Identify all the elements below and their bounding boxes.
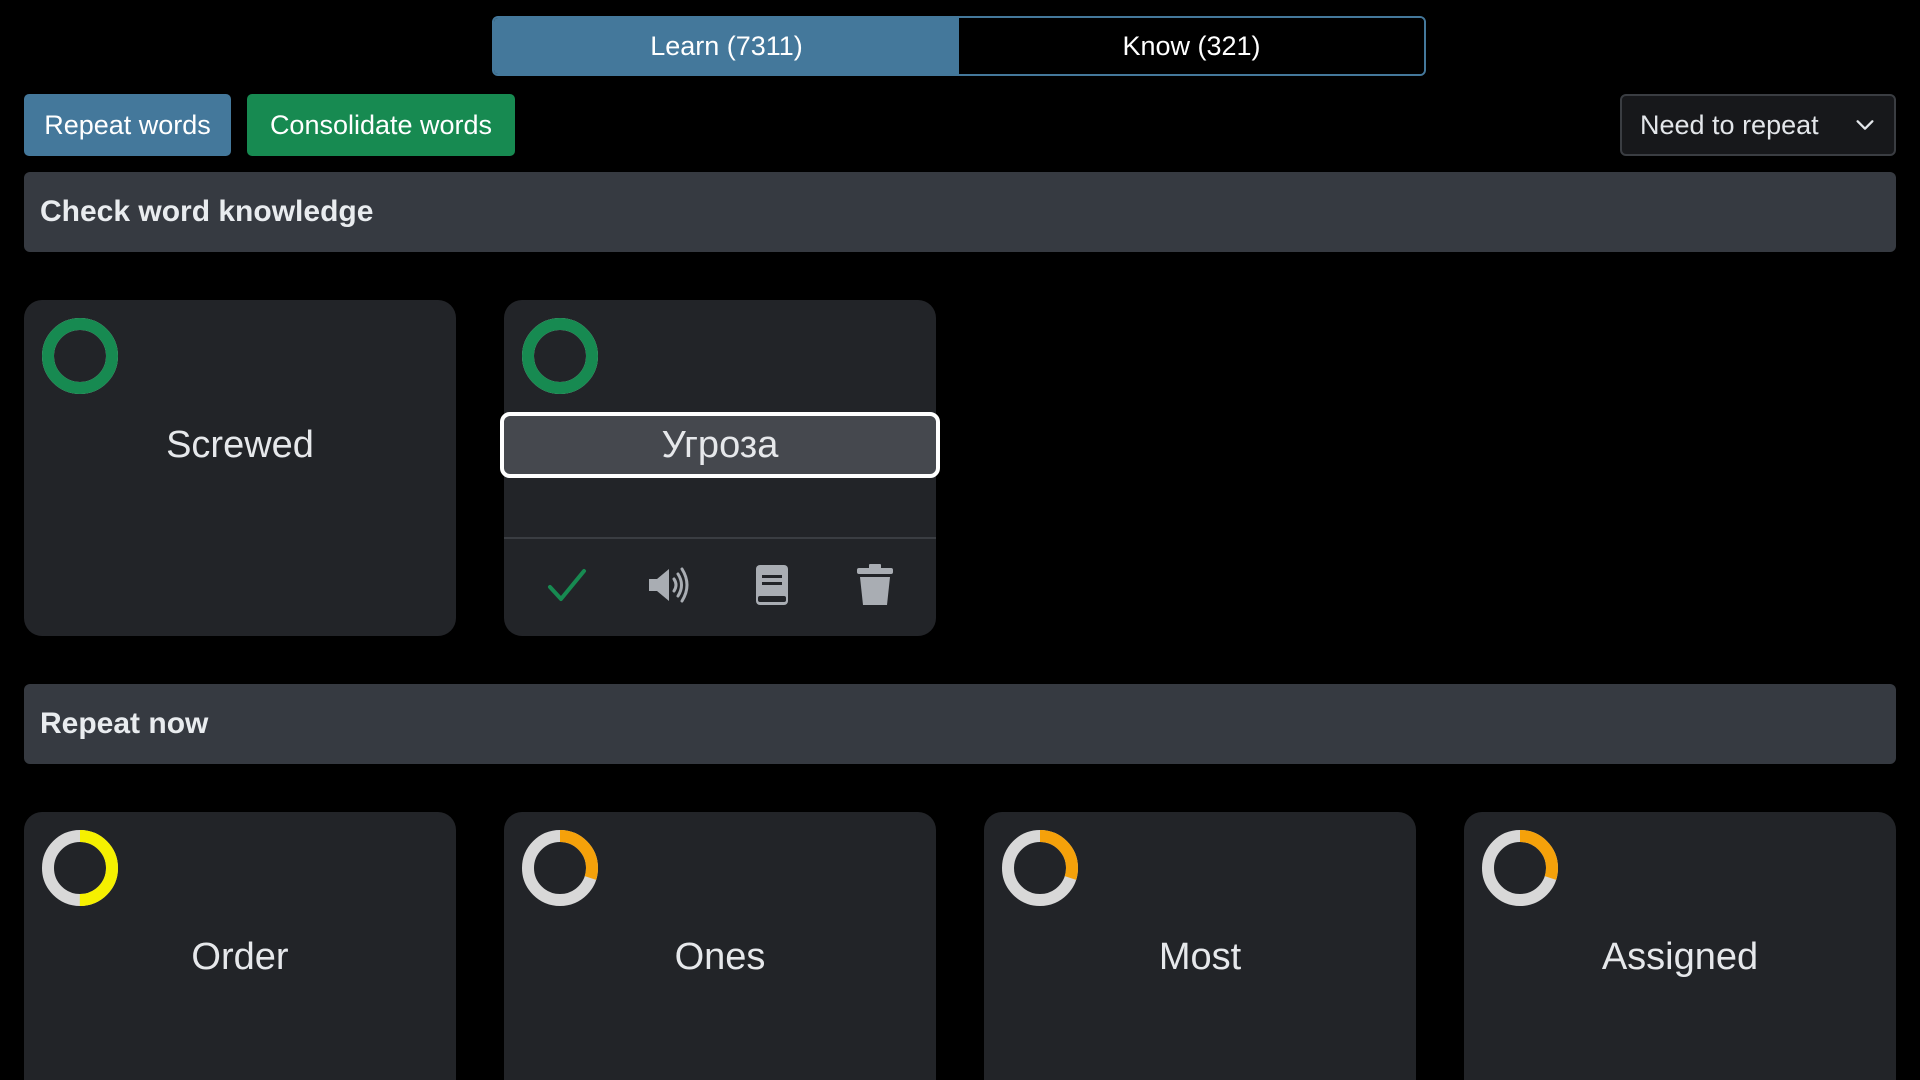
word-text: Order [191,935,289,978]
word-card[interactable]: Ones [504,812,936,1080]
progress-ring [522,830,598,906]
progress-ring-fill [522,318,598,394]
word-text: Угроза [500,412,940,478]
speaker-icon[interactable] [644,560,694,610]
filter-selected-value: Need to repeat [1640,109,1819,140]
word-card[interactable]: Assigned [1464,812,1896,1080]
progress-ring [1482,830,1558,906]
word-text: Screwed [166,423,314,466]
progress-ring-fill [42,318,118,394]
word-text: Assigned [1601,935,1759,978]
repeat-words-button[interactable]: Repeat words [24,94,231,156]
section-header-check: Check word knowledge [24,172,1896,252]
card-divider [504,537,936,539]
word-card[interactable]: Screwed [24,300,456,636]
filter-select[interactable]: Need to repeat [1620,94,1896,156]
progress-ring [42,830,118,906]
progress-ring [1002,830,1078,906]
app-page: Learn (7311) Know (321) Repeat words Con… [0,0,1920,1080]
progress-ring [42,318,118,394]
tab-know[interactable]: Know (321) [959,18,1424,74]
word-card-selected[interactable]: Угроза [500,300,940,636]
section-title: Repeat now [40,707,209,740]
word-card[interactable]: Most [984,812,1416,1080]
word-text: Ones [674,935,766,978]
card-actions [504,544,936,626]
mode-toggle: Learn (7311) Know (321) [492,16,1426,76]
trash-icon[interactable] [850,560,900,610]
progress-ring [522,318,598,394]
section-title: Check word knowledge [40,195,374,228]
check-icon[interactable] [541,560,591,610]
chevron-down-icon [1856,120,1874,130]
word-text: Most [1158,935,1242,978]
consolidate-words-button[interactable]: Consolidate words [247,94,515,156]
tab-learn[interactable]: Learn (7311) [494,18,959,74]
word-card[interactable]: Order [24,812,456,1080]
book-icon[interactable] [747,560,797,610]
section-header-repeat: Repeat now [24,684,1896,764]
